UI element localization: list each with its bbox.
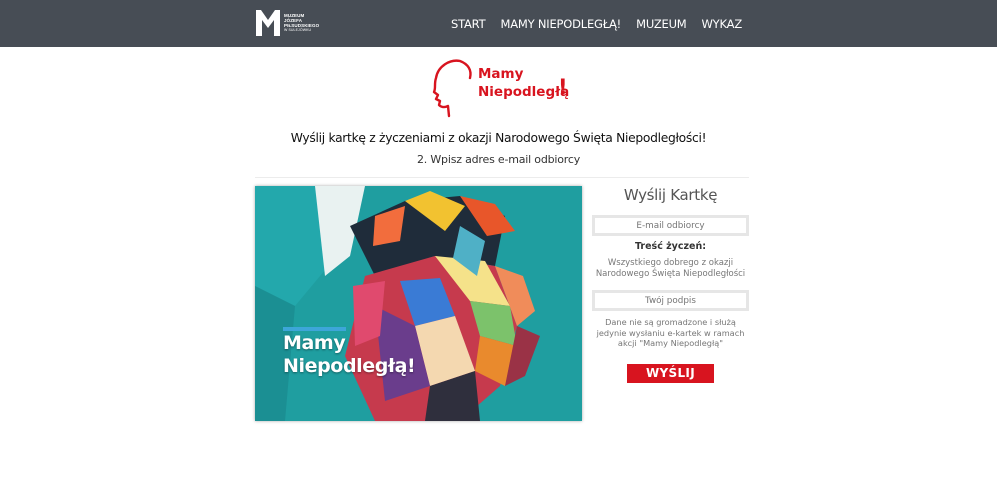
nav-start[interactable]: START [451, 17, 486, 31]
ecard-preview: Mamy Niepodległą! [255, 186, 582, 421]
card-title: Mamy Niepodległą! [283, 332, 416, 378]
nav-wykaz[interactable]: WYKAZ [702, 17, 743, 31]
campaign-logo-line1: Mamy [478, 66, 524, 82]
campaign-logo-line2: Niepodległą [478, 84, 570, 100]
signature-field[interactable] [592, 290, 749, 311]
museum-logo[interactable]: MUZEUM JÓZEFA PIŁSUDSKIEGO W SULEJÓWKU [255, 9, 319, 37]
form-title: Wyślij Kartkę [623, 186, 718, 204]
wish-label: Treść życzeń: [634, 241, 707, 252]
nav-muzeum[interactable]: MUZEUM [636, 17, 687, 31]
wish-text: Wszystkiego dobrego z okazji Narodowego … [595, 258, 746, 279]
email-field[interactable] [592, 215, 749, 236]
privacy-disclaimer: Dane nie są gromadzone i służą jedynie w… [596, 317, 745, 348]
logo-line: W SULEJÓWKU [284, 28, 312, 32]
campaign-logo-text: Mamy Niepodległą [478, 65, 569, 101]
card-title-line1: Mamy [283, 332, 346, 354]
pilsudski-mosaic-portrait [255, 186, 582, 421]
main-nav: START MAMY NIEPODLEGŁĄ! MUZEUM WYKAZ [451, 0, 742, 47]
campaign-logo-exclamation: ! [558, 75, 568, 99]
step-instruction: 2. Wpisz adres e-mail odbiorcy [416, 153, 581, 166]
museum-m-logo-icon [256, 10, 280, 36]
divider [255, 177, 749, 178]
campaign-logo: Mamy Niepodległą ! [430, 58, 570, 118]
card-accent-bar [283, 327, 346, 331]
nav-mamy-niepodlegla[interactable]: MAMY NIEPODLEGŁĄ! [500, 17, 621, 31]
send-card-form: Wyślij Kartkę Treść życzeń: Wszystkiego … [592, 186, 749, 383]
card-title-line2: Niepodległą! [283, 355, 416, 377]
museum-logo-text: MUZEUM JÓZEFA PIŁSUDSKIEGO W SULEJÓWKU [284, 13, 319, 33]
send-button[interactable]: WYŚLIJ [627, 364, 714, 383]
top-navbar: MUZEUM JÓZEFA PIŁSUDSKIEGO W SULEJÓWKU S… [0, 0, 997, 47]
pilsudski-profile-icon [432, 59, 472, 118]
page-headline: Wyślij kartkę z życzeniami z okazji Naro… [290, 131, 707, 145]
